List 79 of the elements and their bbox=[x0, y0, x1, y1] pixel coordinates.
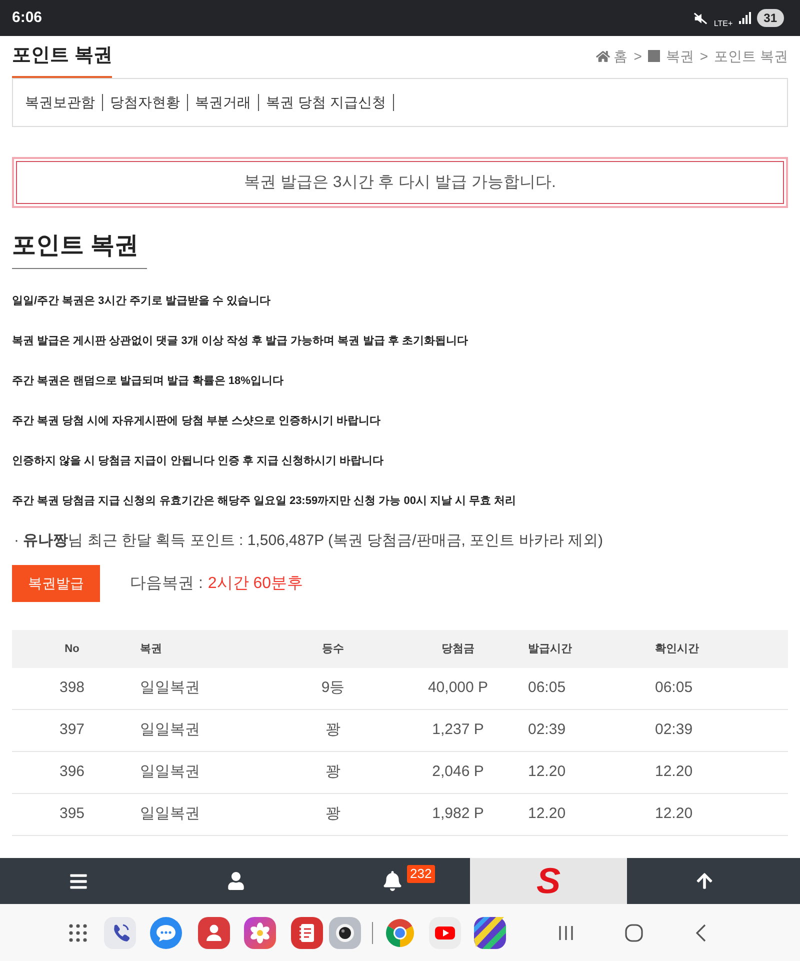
section-title: 포인트 복권 bbox=[12, 226, 147, 269]
column-header: 등수 bbox=[321, 642, 345, 657]
table-cell-text: 02:39 bbox=[527, 720, 567, 740]
notepad-icon[interactable] bbox=[291, 916, 323, 948]
table-cell-text: 일일복권 bbox=[139, 804, 201, 824]
table-cell-text: 12.20 bbox=[527, 762, 567, 782]
notification-button[interactable]: 232 bbox=[314, 858, 470, 904]
table-cell-text: 397 bbox=[58, 720, 86, 740]
table-cell-text: 꽝 bbox=[324, 720, 342, 740]
issue-lottery-button[interactable]: 복권발급 bbox=[12, 565, 100, 602]
breadcrumb-separator: > bbox=[700, 46, 708, 66]
table-cell-text: 12.20 bbox=[654, 762, 694, 782]
column-header: 당첨금 bbox=[440, 642, 476, 657]
mute-icon bbox=[692, 10, 708, 26]
next-lottery-label: 다음복권 : bbox=[130, 574, 203, 594]
camera-icon[interactable] bbox=[329, 916, 361, 948]
app-grid-icon[interactable] bbox=[69, 924, 87, 942]
recents-icon[interactable] bbox=[558, 924, 574, 940]
nav-link[interactable]: 복권보관함 bbox=[25, 92, 95, 113]
contact-icon[interactable] bbox=[198, 916, 230, 948]
battery-level: 31 bbox=[756, 9, 784, 27]
column-header: 확인시간 bbox=[654, 642, 700, 657]
table-cell-text: 2,046 P bbox=[431, 762, 485, 782]
notice-text: 주간 복권 당첨금 지급 신청의 유효기간은 해당주 일요일 23:59까지만 신청 가능 00시 지날 시 무효 처리 bbox=[12, 494, 516, 509]
notice-text: 일일/주간 복권은 3시간 주기로 발급받을 수 있습니다 bbox=[12, 294, 271, 309]
flower-icon[interactable] bbox=[244, 916, 276, 948]
table-cell-text: 12.20 bbox=[654, 804, 694, 824]
tricolor-circle-icon[interactable] bbox=[384, 916, 416, 948]
network-type: LTE+ bbox=[714, 20, 733, 28]
nav-link[interactable]: 당첨자현황 bbox=[110, 92, 180, 113]
play-button-icon[interactable] bbox=[429, 916, 461, 948]
page-title: 포인트 복권 bbox=[12, 36, 112, 78]
home-icon bbox=[596, 50, 610, 62]
user-icon bbox=[228, 872, 244, 890]
home-button-icon[interactable] bbox=[625, 924, 643, 942]
table-cell-text: 1,237 P bbox=[431, 720, 485, 740]
table-cell-text: 06:05 bbox=[527, 678, 567, 698]
table-cell-text: 일일복권 bbox=[139, 720, 201, 740]
notification-badge: 232 bbox=[407, 865, 435, 883]
table-cell-text: 06:05 bbox=[654, 678, 694, 698]
table-cell-text: 일일복권 bbox=[139, 762, 201, 782]
table-cell-text: 398 bbox=[58, 678, 86, 698]
bell-icon bbox=[382, 871, 402, 891]
striped-app-icon[interactable] bbox=[474, 916, 506, 948]
table-cell-text: 꽝 bbox=[324, 804, 342, 824]
table-cell-text: 40,000 P bbox=[426, 678, 490, 698]
logo-button[interactable]: S bbox=[470, 858, 627, 904]
alert-message: 복권 발급은 3시간 후 다시 발급 가능합니다. bbox=[12, 157, 788, 208]
column-header: 복권 bbox=[139, 642, 163, 657]
breadcrumb-current: 포인트 복권 bbox=[714, 46, 788, 66]
table-cell-text: 396 bbox=[58, 762, 86, 782]
next-lottery-time: 2시간 60분후 bbox=[208, 574, 304, 594]
phone-icon[interactable] bbox=[104, 916, 136, 948]
points-summary: · 유나짱님 최근 한달 획득 포인트 : 1,506,487P (복권 당첨금/판매금, 포인트 바카라 제외) bbox=[14, 530, 603, 551]
menu-icon bbox=[69, 872, 88, 890]
breadcrumb-link[interactable]: 홈 bbox=[614, 46, 628, 66]
table-cell-text: 02:39 bbox=[654, 720, 694, 740]
breadcrumb-separator: > bbox=[634, 46, 642, 66]
arrow-up-icon bbox=[696, 872, 713, 890]
column-header: No bbox=[64, 642, 80, 657]
table-cell-text: 12.20 bbox=[527, 804, 567, 824]
table-cell-text: 9등 bbox=[320, 678, 346, 698]
notice-text: 주간 복권은 랜덤으로 발급되며 발급 확률은 18%입니다 bbox=[12, 374, 284, 389]
back-icon[interactable] bbox=[696, 924, 706, 942]
signal-icon bbox=[738, 12, 751, 24]
table-cell-text: 꽝 bbox=[324, 762, 342, 782]
notice-text: 복권 발급은 게시판 상관없이 댓글 3개 이상 작성 후 발급 가능하며 복권 발급 후 초기화됩니다 bbox=[12, 334, 468, 349]
status-time: 6:06 bbox=[12, 8, 42, 28]
table-cell-text: 395 bbox=[58, 804, 86, 824]
table-cell-text: 일일복권 bbox=[139, 678, 201, 698]
chat-bubble-icon[interactable] bbox=[150, 916, 182, 948]
square-icon bbox=[648, 50, 660, 62]
notice-text: 인증하지 않을 시 당첨금 지급이 안됩니다 인증 후 지급 신청하시기 바랍니다 bbox=[12, 454, 384, 469]
breadcrumb-link[interactable]: 복권 bbox=[666, 46, 694, 66]
column-header: 발급시간 bbox=[527, 642, 573, 657]
nav-link[interactable]: 복권거래 bbox=[195, 92, 251, 113]
notice-text: 주간 복권 당첨 시에 자유게시판에 당첨 부분 스샷으로 인증하시기 바랍니다 bbox=[12, 414, 381, 429]
nav-link[interactable]: 복권 당첨 지급신청 bbox=[266, 92, 386, 113]
table-cell-text: 1,982 P bbox=[431, 804, 485, 824]
